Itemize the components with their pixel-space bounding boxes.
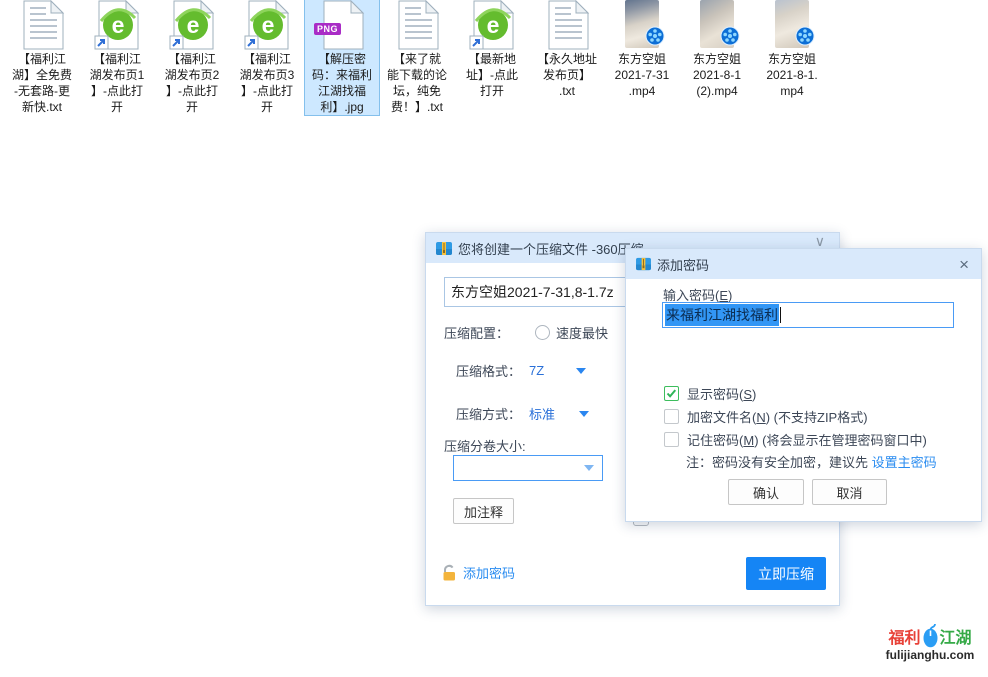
text-file-icon <box>530 0 604 50</box>
file-label: 【最新地 址】-点此 打开 <box>455 51 529 99</box>
method-value[interactable]: 标准 <box>529 404 555 423</box>
text-file-icon <box>5 0 79 50</box>
file-label: 东方空姐 2021-7-31 .mp4 <box>605 51 679 99</box>
config-option-label: 速度最快 <box>556 323 608 342</box>
desktop-icon-txt-1[interactable]: 【福利江 湖】全免费 -无套路-更 新快.txt <box>5 0 79 115</box>
svg-text:e: e <box>262 12 275 38</box>
file-label: 【福利江 湖发布页1 】-点此打 开 <box>80 51 154 115</box>
logo-url: fulijianghu.com <box>877 648 983 662</box>
text-caret <box>780 307 781 323</box>
app-360zip-icon <box>436 241 452 256</box>
desktop-icon-link-2[interactable]: e 【福利江 湖发布页2 】-点此打 开 <box>155 0 229 115</box>
set-master-password-link[interactable]: 设置主密码 <box>872 455 937 470</box>
mouse-icon <box>922 622 939 648</box>
image-file-icon: PNG <box>305 0 379 50</box>
compress-now-button[interactable]: 立即压缩 <box>746 557 826 590</box>
desktop-icon-link-1[interactable]: e 【福利江 湖发布页1 】-点此打 开 <box>80 0 154 115</box>
remember-password-label: 记住密码(M) (将会显示在管理密码窗口中) <box>687 430 927 449</box>
file-label: 【解压密 码：来福利 江湖找福 利】.jpg <box>305 51 379 115</box>
file-label: 【来了就 能下载的论 坛，纯免 费！】.txt <box>380 51 454 115</box>
add-comment-button[interactable]: 加注释 <box>453 498 514 524</box>
add-password-link[interactable]: 添加密码 <box>463 563 515 582</box>
logo-text-right: 江湖 <box>940 624 972 648</box>
media-player-badge-icon <box>645 26 665 51</box>
dropdown-arrow-icon <box>584 465 594 471</box>
video-thumbnail <box>775 0 809 48</box>
media-player-badge-icon <box>720 26 740 51</box>
file-label: 【永久地址 发布页】 .txt <box>530 51 604 99</box>
encrypt-filename-label: 加密文件名(N) (不支持ZIP格式) <box>687 407 868 426</box>
svg-text:e: e <box>187 12 200 38</box>
encrypt-filename-checkbox[interactable] <box>664 409 679 424</box>
cancel-button[interactable]: 取消 <box>812 479 887 505</box>
desktop-icon-image-selected[interactable]: PNG 【解压密 码：来福利 江湖找福 利】.jpg <box>305 0 379 115</box>
desktop-icon-video-3[interactable]: 东方空姐 2021-8-1. mp4 <box>755 0 829 99</box>
password-dialog-title: 添加密码 <box>657 255 709 274</box>
password-input[interactable]: 来福利江湖找福利 <box>662 302 954 328</box>
config-label: 压缩配置： <box>444 323 509 342</box>
show-password-label: 显示密码(S) <box>687 384 756 403</box>
text-file-icon <box>380 0 454 50</box>
desktop: 【福利江 湖】全免费 -无套路-更 新快.txt e 【福利江 湖发布页1 】-… <box>0 0 988 677</box>
video-thumbnail <box>625 0 659 48</box>
open-lock-icon <box>442 564 458 581</box>
show-password-checkbox[interactable] <box>664 386 679 401</box>
confirm-button[interactable]: 确认 <box>728 479 804 505</box>
browser-shortcut-icon: e <box>455 0 529 50</box>
method-label: 压缩方式： <box>456 404 521 423</box>
dropdown-arrow-icon[interactable] <box>576 368 586 374</box>
browser-shortcut-icon: e <box>80 0 154 50</box>
radio-fastest-speed[interactable] <box>535 325 550 340</box>
browser-shortcut-icon: e <box>155 0 229 50</box>
volume-size-label: 压缩分卷大小: <box>444 436 526 455</box>
desktop-icon-txt-3[interactable]: 【永久地址 发布页】 .txt <box>530 0 604 99</box>
svg-text:e: e <box>487 12 500 38</box>
desktop-icon-link-4[interactable]: e 【最新地 址】-点此 打开 <box>455 0 529 99</box>
desktop-icon-video-2[interactable]: 东方空姐 2021-8-1 (2).mp4 <box>680 0 754 99</box>
file-label: 【福利江 湖发布页3 】-点此打 开 <box>230 51 304 115</box>
dropdown-arrow-icon[interactable] <box>579 411 589 417</box>
desktop-icon-video-1[interactable]: 东方空姐 2021-7-31 .mp4 <box>605 0 679 99</box>
selected-password-text: 来福利江湖找福利 <box>665 304 779 326</box>
file-label: 东方空姐 2021-8-1. mp4 <box>755 51 829 99</box>
site-logo: 福利 江湖 fulijianghu.com <box>877 622 983 662</box>
logo-text-left: 福利 <box>888 624 920 648</box>
password-dialog: 添加密码 × 输入密码(E) 来福利江湖找福利 显示密码(S) 加密文件名(N)… <box>625 248 982 522</box>
png-badge: PNG <box>314 23 341 35</box>
desktop-icon-link-3[interactable]: e 【福利江 湖发布页3 】-点此打 开 <box>230 0 304 115</box>
app-360zip-icon <box>636 257 651 271</box>
volume-size-combobox[interactable] <box>453 455 603 481</box>
main-dialog-title: 您将创建一个压缩文件 -360压缩 <box>458 239 644 258</box>
close-icon[interactable]: × <box>957 256 971 273</box>
svg-text:e: e <box>112 12 125 38</box>
password-dialog-titlebar[interactable]: 添加密码 × <box>626 249 981 279</box>
format-label: 压缩格式： <box>456 361 521 380</box>
remember-password-checkbox[interactable] <box>664 432 679 447</box>
file-label: 东方空姐 2021-8-1 (2).mp4 <box>680 51 754 99</box>
security-note: 注：密码没有安全加密，建议先 设置主密码 <box>686 452 937 471</box>
file-label: 【福利江 湖发布页2 】-点此打 开 <box>155 51 229 115</box>
media-player-badge-icon <box>795 26 815 51</box>
video-thumbnail <box>700 0 734 48</box>
format-value[interactable]: 7Z <box>529 363 544 378</box>
browser-shortcut-icon: e <box>230 0 304 50</box>
desktop-icon-txt-2[interactable]: 【来了就 能下载的论 坛，纯免 费！】.txt <box>380 0 454 115</box>
file-label: 【福利江 湖】全免费 -无套路-更 新快.txt <box>5 51 79 115</box>
